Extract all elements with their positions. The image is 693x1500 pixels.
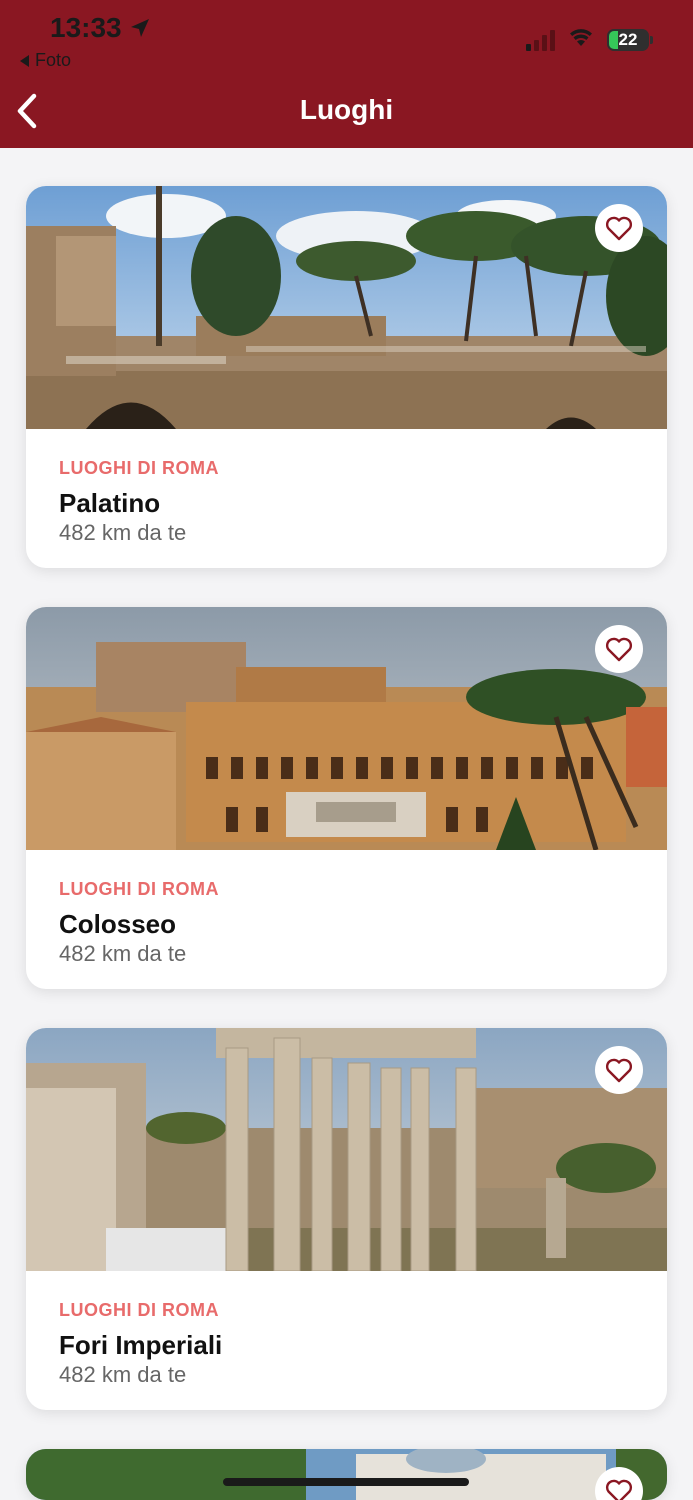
home-indicator[interactable] — [223, 1478, 469, 1486]
back-to-app-link[interactable]: Foto — [20, 50, 71, 71]
place-name: Fori Imperiali — [59, 1330, 223, 1360]
battery-icon: 22 — [607, 28, 653, 51]
heart-icon — [605, 1479, 633, 1500]
location-arrow-icon — [130, 19, 149, 37]
cellular-signal-icon — [526, 29, 555, 51]
place-card-colosseo[interactable]: LUOGHI DI ROMA Colosseo 482 km da te — [26, 607, 667, 989]
place-image — [26, 607, 667, 850]
place-card-partial[interactable] — [26, 1449, 667, 1500]
wifi-icon — [567, 26, 595, 53]
place-distance: 482 km da te — [59, 520, 187, 545]
place-category: LUOGHI DI ROMA — [59, 1300, 219, 1320]
place-distance: 482 km da te — [59, 1362, 187, 1387]
place-category: LUOGHI DI ROMA — [59, 458, 219, 478]
heart-icon — [605, 637, 633, 662]
page-title: Luoghi — [299, 94, 394, 125]
favorite-button[interactable] — [595, 625, 643, 673]
place-card-fori-imperiali[interactable]: LUOGHI DI ROMA Fori Imperiali 482 km da … — [26, 1028, 667, 1410]
status-time-text: 13:33 — [50, 12, 122, 43]
battery-level: 22 — [618, 29, 638, 49]
app-header: 13:33 Foto 22 Luoghi — [0, 0, 693, 148]
place-card-palatino[interactable]: LUOGHI DI ROMA Palatino 482 km da te — [26, 186, 667, 568]
place-name: Palatino — [59, 488, 161, 518]
heart-icon — [605, 216, 633, 241]
place-distance: 482 km da te — [59, 941, 187, 966]
place-image — [26, 186, 667, 429]
status-time: 13:33 — [50, 12, 152, 44]
place-image — [26, 1028, 667, 1271]
back-triangle-icon — [20, 54, 29, 67]
back-app-label: Foto — [35, 50, 72, 70]
favorite-button[interactable] — [595, 204, 643, 252]
favorite-button[interactable] — [595, 1046, 643, 1094]
status-indicators: 22 — [526, 26, 653, 53]
place-name: Colosseo — [59, 909, 177, 939]
heart-icon — [605, 1058, 633, 1083]
place-category: LUOGHI DI ROMA — [59, 879, 219, 899]
place-image — [26, 1449, 667, 1500]
